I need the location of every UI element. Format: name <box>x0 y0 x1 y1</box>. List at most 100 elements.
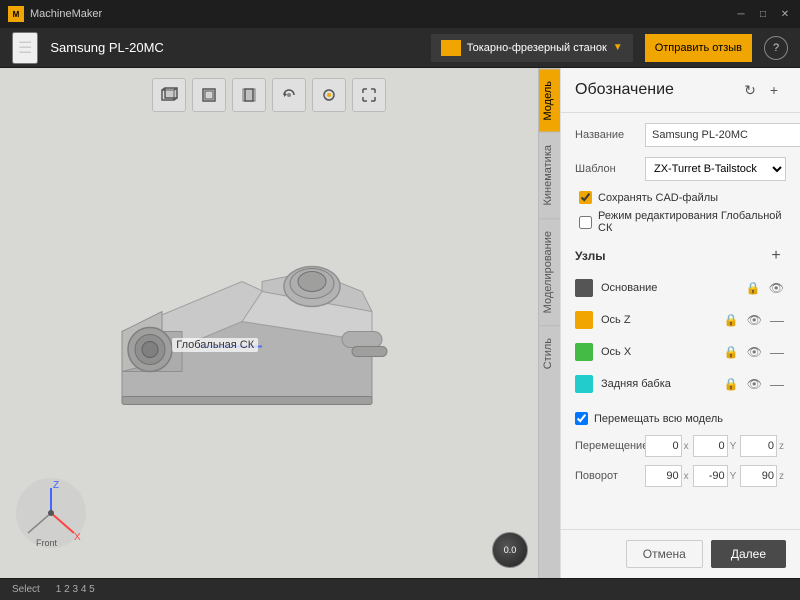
perspective-view-button[interactable] <box>152 78 186 112</box>
node-eye-osnovaniye[interactable]: 👁 <box>767 279 786 297</box>
machine-type-dropdown-arrow: ▼ <box>613 42 623 53</box>
vertical-tabs: Модель Кинематика Моделирование Стиль <box>538 68 560 578</box>
status-select: Select <box>12 584 40 595</box>
axis-indicator: Z X Front <box>16 478 86 548</box>
status-coords: 1 2 3 4 5 <box>56 584 95 595</box>
node-eye-osz[interactable]: 👁 <box>745 311 764 329</box>
nodes-add-button[interactable]: + <box>766 246 786 266</box>
menu-button[interactable]: ☰ <box>12 32 38 64</box>
node-icons-osx: 🔒 👁 — <box>722 343 786 361</box>
move-y-axis: Y <box>728 441 739 452</box>
orientation-value: 0.0 <box>504 545 517 555</box>
node-remove-tailstock[interactable]: — <box>768 376 786 392</box>
rotate-label: Поворот <box>575 470 645 482</box>
template-select[interactable]: ZX-Turret B-Tailstock <box>645 157 786 181</box>
node-name-osx: Ось X <box>601 346 722 358</box>
move-z-input[interactable] <box>740 435 777 457</box>
move-x-axis: x <box>682 441 691 452</box>
front-view-button[interactable] <box>192 78 226 112</box>
rotate-z-input[interactable] <box>740 465 777 487</box>
tab-kinematics[interactable]: Кинематика <box>539 132 560 218</box>
name-input[interactable] <box>645 123 800 147</box>
node-lock-tailstock[interactable]: 🔒 <box>722 375 741 393</box>
next-button[interactable]: Далее <box>711 540 786 568</box>
expand-view-button[interactable] <box>352 78 386 112</box>
svg-text:Front: Front <box>36 538 58 548</box>
move-model-row: Перемещать всю модель <box>575 412 786 425</box>
move-x-input[interactable] <box>645 435 682 457</box>
orientation-sphere[interactable]: 0.0 <box>492 532 528 568</box>
node-lock-osz[interactable]: 🔒 <box>722 311 741 329</box>
panel-body: Название Шаблон ZX-Turret B-Tailstock Со… <box>561 113 800 529</box>
rotate-xyz-inputs: x Y z <box>645 465 786 487</box>
tab-style[interactable]: Стиль <box>539 325 560 381</box>
right-panel: Обозначение ↻ + Название Шаблон ZX-Turre… <box>560 68 800 578</box>
close-button[interactable]: ✕ <box>778 7 792 21</box>
node-remove-osz[interactable]: — <box>768 312 786 328</box>
panel-header: Обозначение ↻ + <box>561 68 800 113</box>
move-y-input[interactable] <box>693 435 728 457</box>
minimize-button[interactable]: ─ <box>734 7 748 21</box>
node-lock-osx[interactable]: 🔒 <box>722 343 741 361</box>
edit-global-label: Режим редактирования Глобальной СК <box>598 210 786 234</box>
tab-model[interactable]: Модель <box>539 68 560 132</box>
svg-text:Z: Z <box>53 480 59 491</box>
name-label: Название <box>575 129 645 141</box>
titlebar: M MachineMaker ─ □ ✕ <box>0 0 800 28</box>
node-eye-tailstock[interactable]: 👁 <box>745 375 764 393</box>
viewport[interactable]: Глобальная СК Z X Front 0.0 <box>0 68 538 578</box>
node-name-tailstock: Задняя бабка <box>601 378 722 390</box>
move-z-field: z <box>740 435 786 457</box>
save-cad-checkbox[interactable] <box>579 191 592 204</box>
node-row-osnovaniye: Основание 🔒 👁 <box>575 274 786 302</box>
rotate-z-axis: z <box>777 471 786 482</box>
content-area: Глобальная СК Z X Front 0.0 <box>0 68 800 578</box>
node-eye-osx[interactable]: 👁 <box>745 343 764 361</box>
move-xyz-inputs: x Y z <box>645 435 786 457</box>
node-color-osx <box>575 343 593 361</box>
nodes-title: Узлы <box>575 249 766 263</box>
edit-global-checkbox[interactable] <box>579 216 592 229</box>
move-y-field: Y <box>693 435 739 457</box>
rotate-view-button[interactable] <box>272 78 306 112</box>
rotate-y-input[interactable] <box>693 465 728 487</box>
move-x-field: x <box>645 435 691 457</box>
dot-view-button[interactable] <box>312 78 346 112</box>
move-model-checkbox[interactable] <box>575 412 588 425</box>
node-icons-tailstock: 🔒 👁 — <box>722 375 786 393</box>
rotate-y-field: Y <box>693 465 739 487</box>
rotate-x-field: x <box>645 465 691 487</box>
tab-modeling[interactable]: Моделирование <box>539 218 560 325</box>
node-color-osnovaniye <box>575 279 593 297</box>
help-button[interactable]: ? <box>764 36 788 60</box>
move-model-label: Перемещать всю модель <box>594 413 723 425</box>
window-controls: ─ □ ✕ <box>734 7 792 21</box>
global-ck-label: Глобальная СК <box>172 338 258 352</box>
node-row-tailstock: Задняя бабка 🔒 👁 — <box>575 370 786 398</box>
template-field-row: Шаблон ZX-Turret B-Tailstock <box>575 157 786 181</box>
machine-type-icon <box>441 40 461 56</box>
nodes-section-header: Узлы + <box>575 246 786 266</box>
machine-type-label: Токарно-фрезерный станок <box>467 42 607 54</box>
node-row-osz: Ось Z 🔒 👁 — <box>575 306 786 334</box>
panel-refresh-button[interactable]: ↻ <box>738 78 762 102</box>
maximize-button[interactable]: □ <box>756 7 770 21</box>
machine-type-button[interactable]: Токарно-фрезерный станок ▼ <box>431 34 633 62</box>
name-field-row: Название <box>575 123 786 147</box>
rotate-z-field: z <box>740 465 786 487</box>
node-lock-osnovaniye[interactable]: 🔒 <box>744 279 763 297</box>
feedback-button[interactable]: Отправить отзыв <box>645 34 752 62</box>
rotate-x-input[interactable] <box>645 465 682 487</box>
svg-text:X: X <box>74 532 81 543</box>
cancel-button[interactable]: Отмена <box>626 540 703 568</box>
move-label: Перемещение <box>575 440 645 452</box>
node-row-osx: Ось X 🔒 👁 — <box>575 338 786 366</box>
node-remove-osx[interactable]: — <box>768 344 786 360</box>
move-z-axis: z <box>777 441 786 452</box>
rotate-x-axis: x <box>682 471 691 482</box>
side-view-button[interactable] <box>232 78 266 112</box>
panel-add-button[interactable]: + <box>762 78 786 102</box>
node-color-tailstock <box>575 375 593 393</box>
node-color-osz <box>575 311 593 329</box>
node-icons-osz: 🔒 👁 — <box>722 311 786 329</box>
